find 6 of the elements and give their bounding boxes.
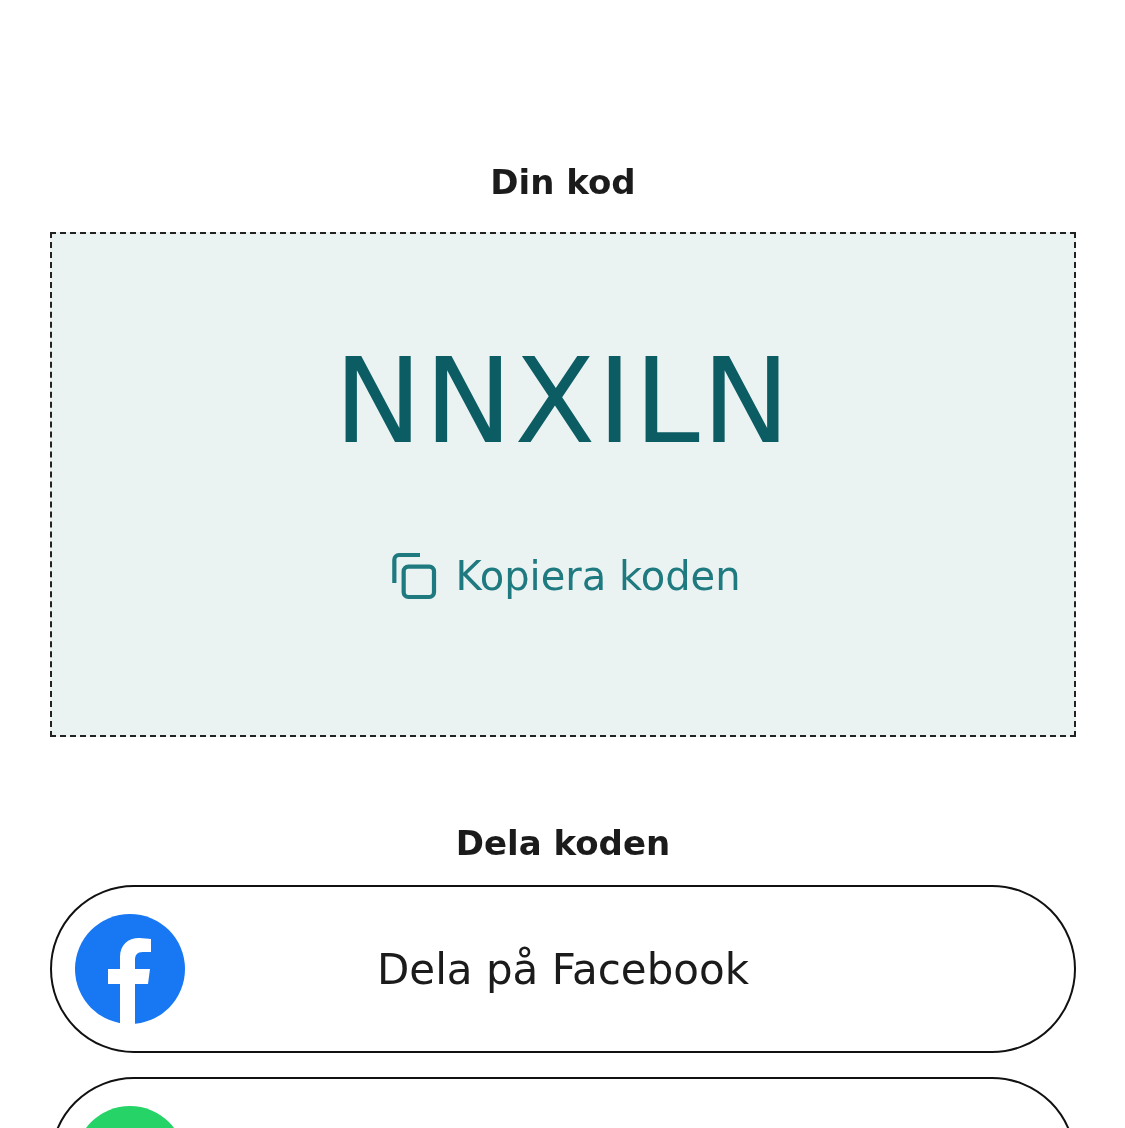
referral-code: NNXILN <box>333 342 793 460</box>
section-heading: Din kod <box>490 161 636 204</box>
copy-code-button[interactable]: Kopiera koden <box>385 548 741 604</box>
share-button[interactable]: Dela på Facebook <box>50 885 1076 1053</box>
facebook-icon <box>75 914 185 1024</box>
section-heading: Dela koden <box>455 822 671 865</box>
